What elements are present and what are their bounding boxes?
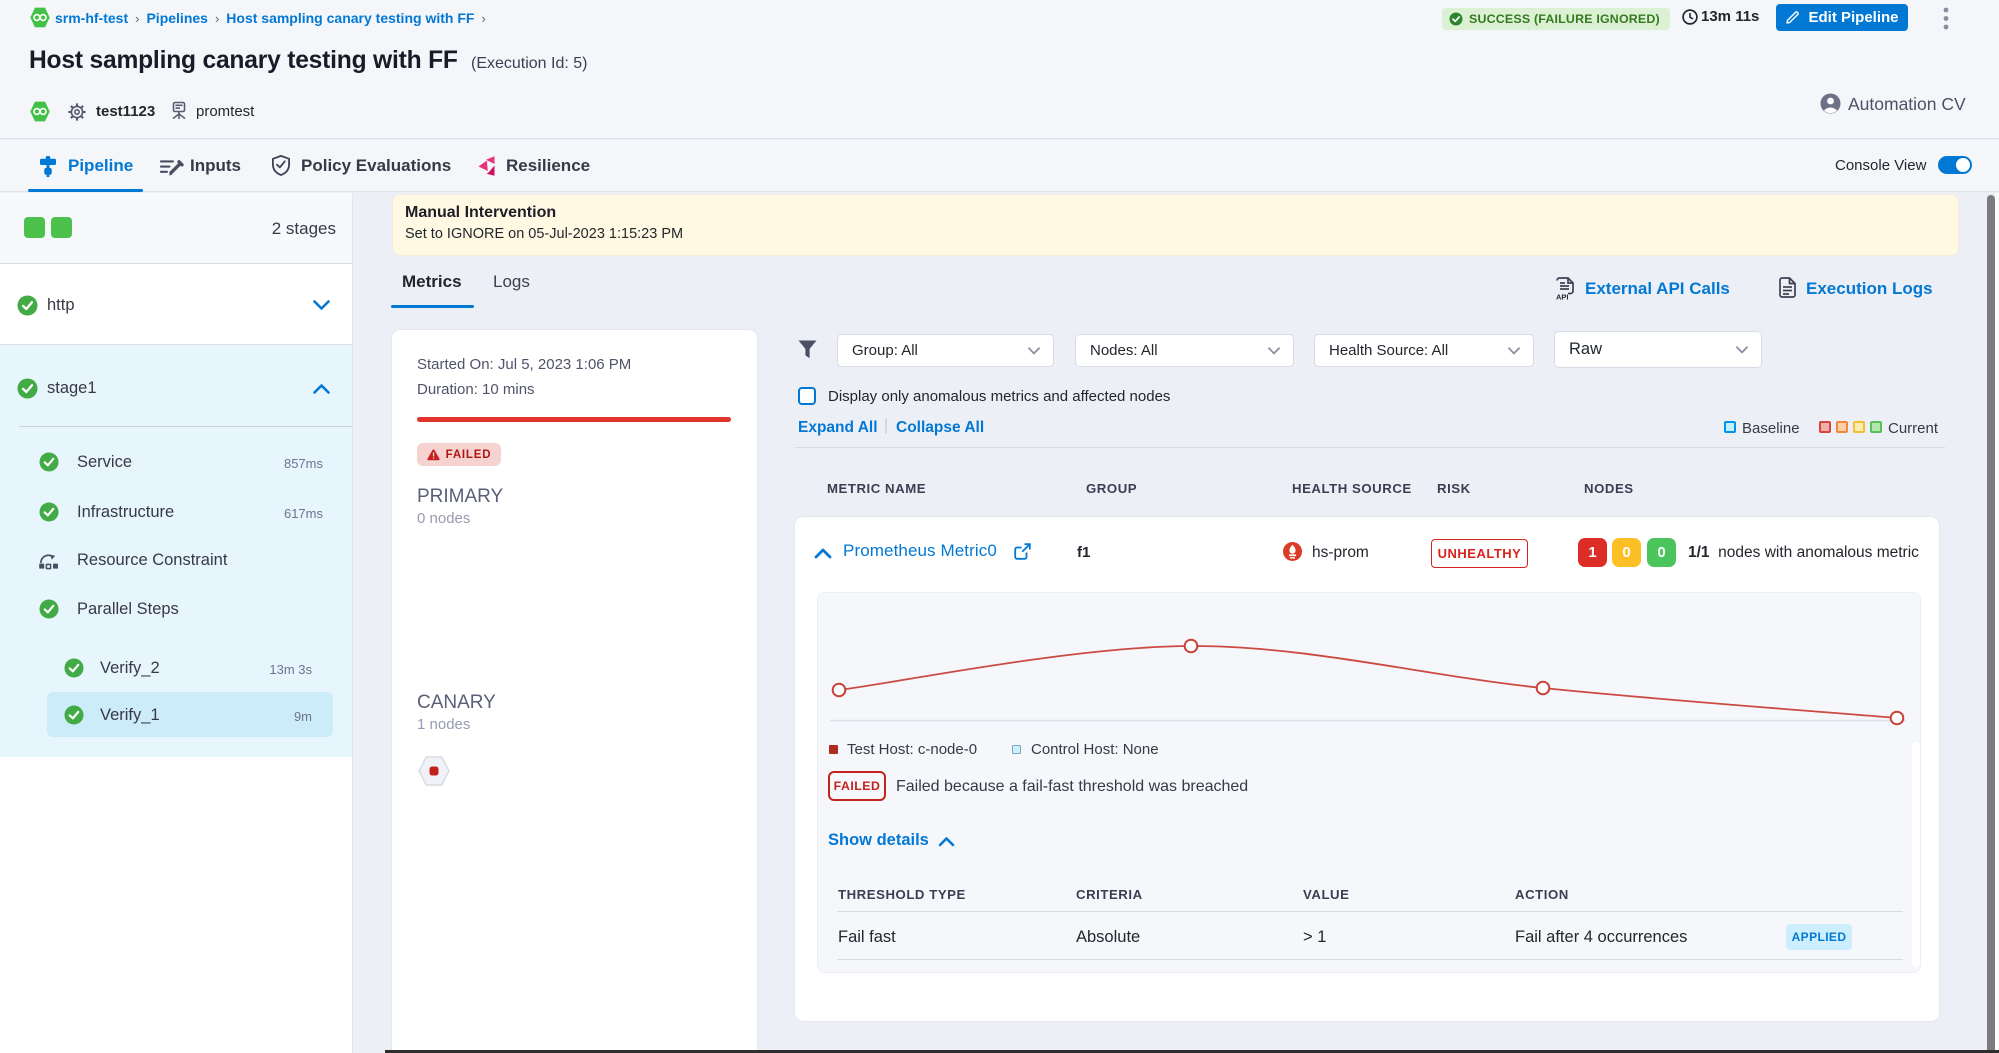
svg-text:API: API [1556, 293, 1569, 301]
